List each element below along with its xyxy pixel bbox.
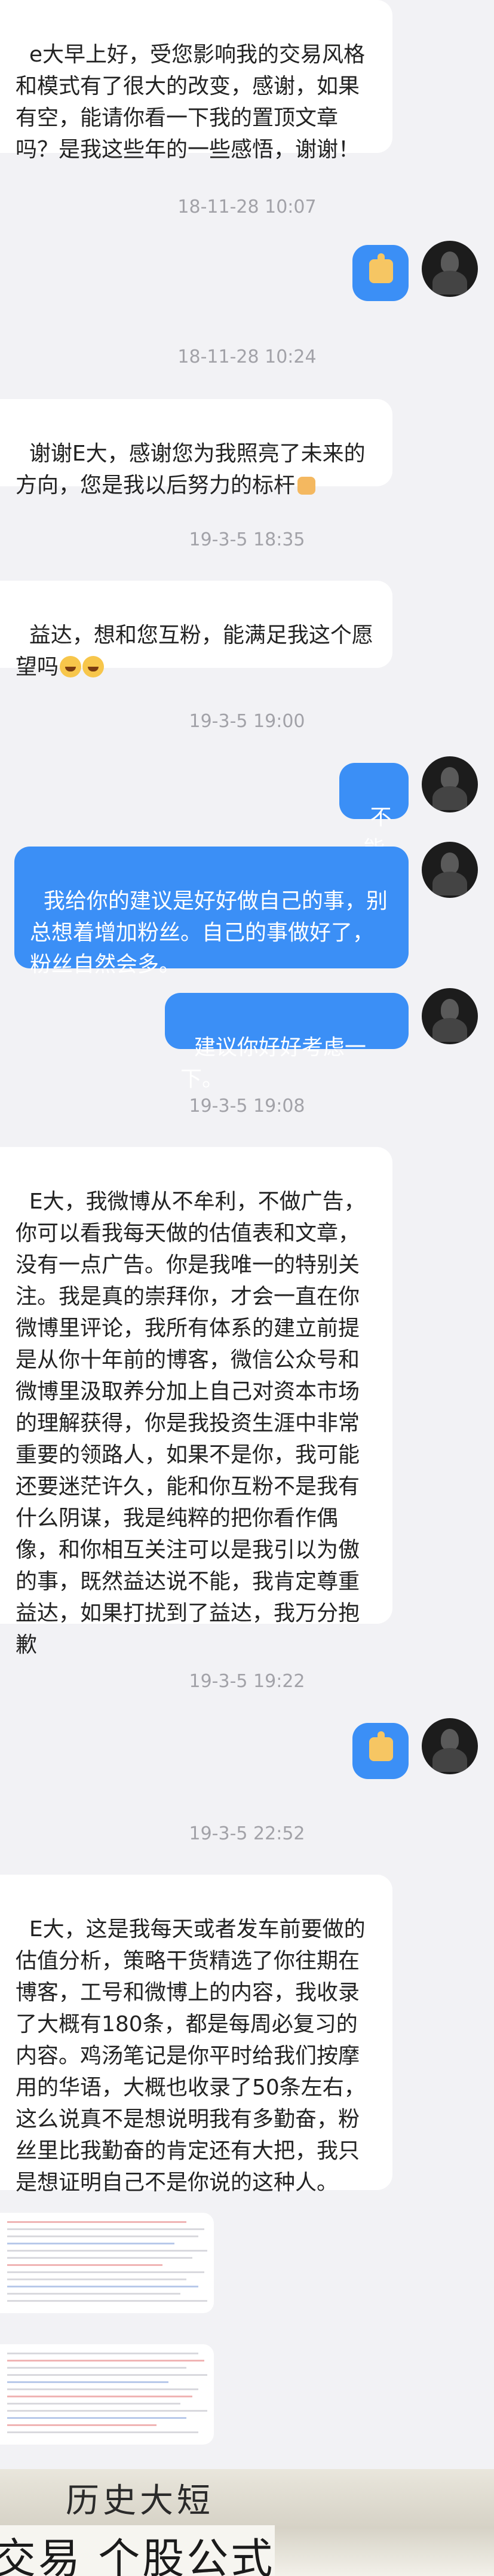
fist-emoji-icon [297, 477, 316, 495]
banner-bottom-text: 交易 个股公式 [0, 2525, 275, 2576]
message-text: E大，这是我每天或者发车前要做的估值分析，策略干货精选了你往期在博客，工号和微博… [16, 1917, 366, 2195]
message-outgoing-thumbs-up[interactable] [352, 1723, 409, 1779]
message-text: e大早上好，受您影响我的交易风格和模式有了很大的改变，感谢，如果有空，能请你看一… [16, 42, 366, 162]
banner-top-text: 历史大短 [66, 2482, 214, 2520]
timestamp: 19-3-5 19:08 [189, 1096, 305, 1117]
message-text: 我给你的建议是好好做自己的事，别总想着增加粉丝。自己的事做好了，粉丝自然会多。 [30, 889, 388, 977]
message-incoming[interactable]: 益达，想和您互粉，能满足我这个愿望吗 [0, 581, 392, 679]
message-text: 建议你好好考虑一下。 [180, 1035, 366, 1091]
timestamp: 19-3-5 22:52 [189, 1823, 305, 1844]
message-outgoing[interactable]: 建议你好好考虑一下。 [165, 993, 409, 1091]
avatar[interactable] [422, 241, 478, 297]
timestamp: 19-3-5 18:35 [189, 529, 305, 550]
timestamp: 18-11-28 10:24 [177, 346, 317, 367]
avatar[interactable] [422, 988, 478, 1044]
timestamp: 19-3-5 19:22 [189, 1671, 305, 1692]
message-outgoing-thumbs-up[interactable] [352, 245, 409, 301]
message-incoming[interactable]: e大早上好，受您影响我的交易风格和模式有了很大的改变，感谢，如果有空，能请你看一… [0, 0, 392, 162]
avatar[interactable] [422, 842, 478, 898]
banner-image[interactable]: 历史大短 交易 个股公式 [0, 2469, 494, 2576]
laughing-emoji-icon [60, 656, 82, 677]
avatar[interactable] [422, 1718, 478, 1774]
avatar[interactable] [422, 756, 478, 812]
timestamp: 18-11-28 10:07 [177, 197, 317, 217]
laughing-emoji-icon [82, 656, 105, 677]
message-incoming[interactable]: E大，这是我每天或者发车前要做的估值分析，策略干货精选了你往期在博客，工号和微博… [0, 1875, 392, 2195]
message-outgoing[interactable]: 不能 [339, 763, 409, 861]
thumbs-up-icon [369, 253, 393, 283]
message-outgoing[interactable]: 我给你的建议是好好做自己的事，别总想着增加粉丝。自己的事做好了，粉丝自然会多。 [14, 847, 409, 977]
message-text: E大，我微博从不牟利，不做广告，你可以看我每天做的估值表和文章，没有一点广告。你… [16, 1189, 366, 1657]
message-incoming[interactable]: 谢谢E大，感谢您为我照亮了未来的方向，您是我以后努力的标杆 [0, 399, 392, 498]
image-attachment[interactable] [0, 2213, 214, 2313]
timestamp: 19-3-5 19:00 [189, 711, 305, 732]
thumbs-up-icon [369, 1731, 393, 1761]
image-attachment[interactable] [0, 2344, 214, 2445]
message-incoming[interactable]: E大，我微博从不牟利，不做广告，你可以看我每天做的估值表和文章，没有一点广告。你… [0, 1147, 392, 1657]
